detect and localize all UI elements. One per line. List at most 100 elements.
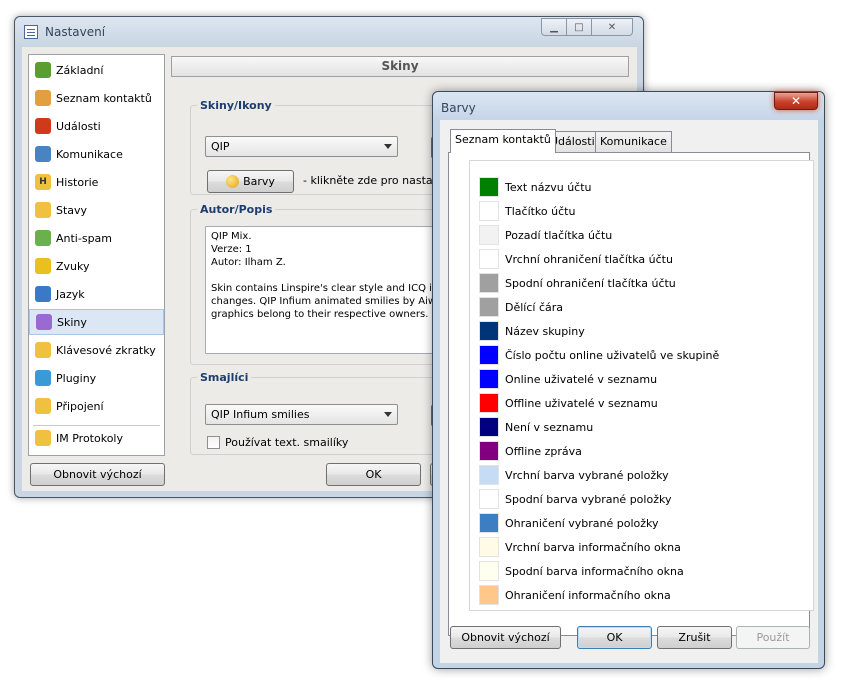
settings-titlebar[interactable]: Nastavení ▁ □ ✕	[15, 17, 643, 47]
sidebar-item[interactable]: H Historie	[29, 169, 164, 195]
settings-window-title: Nastavení	[45, 25, 106, 39]
connection-icon	[35, 398, 51, 414]
maximize-button[interactable]: □	[566, 18, 592, 36]
color-swatch[interactable]	[479, 393, 499, 413]
color-label: Spodní barva vybrané položky	[505, 492, 672, 506]
colors-reset-button[interactable]: Obnovit výchozí	[450, 626, 561, 649]
color-row[interactable]: Ohraničení informačního okna	[479, 585, 671, 605]
sidebar-item-label: Komunikace	[56, 147, 123, 161]
color-row[interactable]: Text názvu účtu	[479, 177, 592, 197]
colors-close-button[interactable]: ✕	[774, 92, 818, 110]
close-button[interactable]: ✕	[591, 18, 633, 36]
smiley-select-value: QIP Infium smilies	[211, 408, 310, 421]
color-label: Tlačítko účtu	[505, 204, 576, 218]
tab-contact-list[interactable]: Seznam kontaktů	[450, 129, 556, 153]
color-swatch[interactable]	[479, 561, 499, 581]
color-row[interactable]: Název skupiny	[479, 321, 585, 341]
color-row[interactable]: Online uživatelé v seznamu	[479, 369, 657, 389]
skin-select[interactable]: QIP	[205, 136, 398, 157]
sidebar-item[interactable]: Klávesové zkratky	[29, 337, 164, 363]
color-row[interactable]: Spodní barva vybrané položky	[479, 489, 671, 509]
sounds-icon	[35, 258, 51, 274]
color-label: Spodní barva informačního okna	[505, 564, 684, 578]
colors-cancel-button[interactable]: Zrušit	[657, 626, 732, 649]
colors-button[interactable]: Barvy	[207, 170, 294, 193]
color-label: Text názvu účtu	[505, 180, 592, 194]
sidebar-item[interactable]: Seznam kontaktů	[29, 85, 164, 111]
settings-reset-button[interactable]: Obnovit výchozí	[30, 463, 165, 486]
sidebar-item-label: Zvuky	[56, 259, 90, 273]
color-row[interactable]: Pozadí tlačítka účtu	[479, 225, 612, 245]
color-row[interactable]: Offline uživatelé v seznamu	[479, 393, 658, 413]
sidebar-item-label: Základní	[56, 63, 104, 77]
sidebar-item[interactable]: Komunikace	[29, 141, 164, 167]
color-row[interactable]: Dělící čára	[479, 297, 563, 317]
color-swatch[interactable]	[479, 321, 499, 341]
color-swatch[interactable]	[479, 585, 499, 605]
color-swatch[interactable]	[479, 177, 499, 197]
colors-button-label: Barvy	[243, 175, 275, 188]
color-swatch[interactable]	[479, 369, 499, 389]
page-title: Skiny	[171, 56, 629, 77]
color-swatch[interactable]	[479, 441, 499, 461]
color-list: Text názvu účtu Tlačítko účtu Pozadí tlačí…	[469, 160, 814, 611]
sidebar-item[interactable]: Anti-spam	[29, 225, 164, 251]
sidebar-item[interactable]: Pluginy	[29, 365, 164, 391]
sidebar-item[interactable]: Stavy	[29, 197, 164, 223]
tab-communication[interactable]: Komunikace	[595, 131, 672, 152]
color-swatch[interactable]	[479, 225, 499, 245]
color-label: Spodní ohraničení tlačítka účtu	[505, 276, 676, 290]
color-label: Ohraničení informačního okna	[505, 588, 671, 602]
sidebar-item-label: Klávesové zkratky	[56, 343, 156, 357]
color-row[interactable]: Spodní barva informačního okna	[479, 561, 684, 581]
color-label: Pozadí tlačítka účtu	[505, 228, 613, 242]
color-swatch[interactable]	[479, 201, 499, 221]
basic-icon	[35, 62, 51, 78]
color-row[interactable]: Číslo počtu online uživatelů ve skupině	[479, 345, 719, 365]
color-row[interactable]: Spodní ohraničení tlačítka účtu	[479, 273, 676, 293]
antispam-icon	[35, 230, 51, 246]
color-row[interactable]: Tlačítko účtu	[479, 201, 575, 221]
colors-titlebar[interactable]: Barvy ✕	[433, 92, 824, 122]
sidebar-item[interactable]: Připojení	[29, 393, 164, 419]
color-row[interactable]: Ohraničení vybrané položky	[479, 513, 659, 533]
sidebar-item[interactable]: Základní	[29, 57, 164, 83]
colors-ok-button[interactable]: OK	[577, 626, 652, 649]
sidebar-item[interactable]: Zvuky	[29, 253, 164, 279]
color-swatch[interactable]	[479, 417, 499, 437]
color-swatch[interactable]	[479, 273, 499, 293]
sidebar-item-label: Připojení	[56, 399, 104, 413]
colors-apply-button: Použít	[736, 626, 810, 649]
sidebar-item[interactable]: Skiny	[29, 309, 164, 335]
text-smileys-checkbox[interactable]	[207, 436, 220, 449]
color-swatch[interactable]	[479, 297, 499, 317]
im-protocols-icon	[35, 430, 51, 446]
smiley-select[interactable]: QIP Infium smilies	[205, 404, 398, 425]
color-label: Vrchní barva vybrané položky	[505, 468, 669, 482]
color-swatch[interactable]	[479, 345, 499, 365]
sidebar-item-label: Anti-spam	[56, 231, 113, 245]
minimize-button[interactable]: ▁	[541, 18, 567, 36]
color-swatch[interactable]	[479, 537, 499, 557]
sidebar-item[interactable]: IM Protokoly	[29, 425, 164, 451]
color-row[interactable]: Vrchní barva informačního okna	[479, 537, 681, 557]
color-label: Dělící čára	[505, 300, 564, 314]
contacts-icon	[35, 90, 51, 106]
sidebar-item[interactable]: Události	[29, 113, 164, 139]
settings-ok-button[interactable]: OK	[326, 463, 421, 486]
smileys-group-title: Smajlíci	[197, 371, 252, 384]
color-row[interactable]: Není v seznamu	[479, 417, 593, 437]
skins-group-title: Skiny/Ikony	[197, 99, 275, 112]
color-row[interactable]: Offline zpráva	[479, 441, 582, 461]
color-swatch[interactable]	[479, 489, 499, 509]
close-icon: ✕	[607, 21, 617, 33]
settings-window-icon	[24, 25, 38, 39]
color-label: Název skupiny	[505, 324, 585, 338]
color-row[interactable]: Vrchní ohraničení tlačítka účtu	[479, 249, 673, 269]
color-swatch[interactable]	[479, 465, 499, 485]
sidebar-item-label: Skiny	[57, 315, 87, 329]
color-row[interactable]: Vrchní barva vybrané položky	[479, 465, 669, 485]
color-swatch[interactable]	[479, 513, 499, 533]
color-swatch[interactable]	[479, 249, 499, 269]
sidebar-item[interactable]: Jazyk	[29, 281, 164, 307]
